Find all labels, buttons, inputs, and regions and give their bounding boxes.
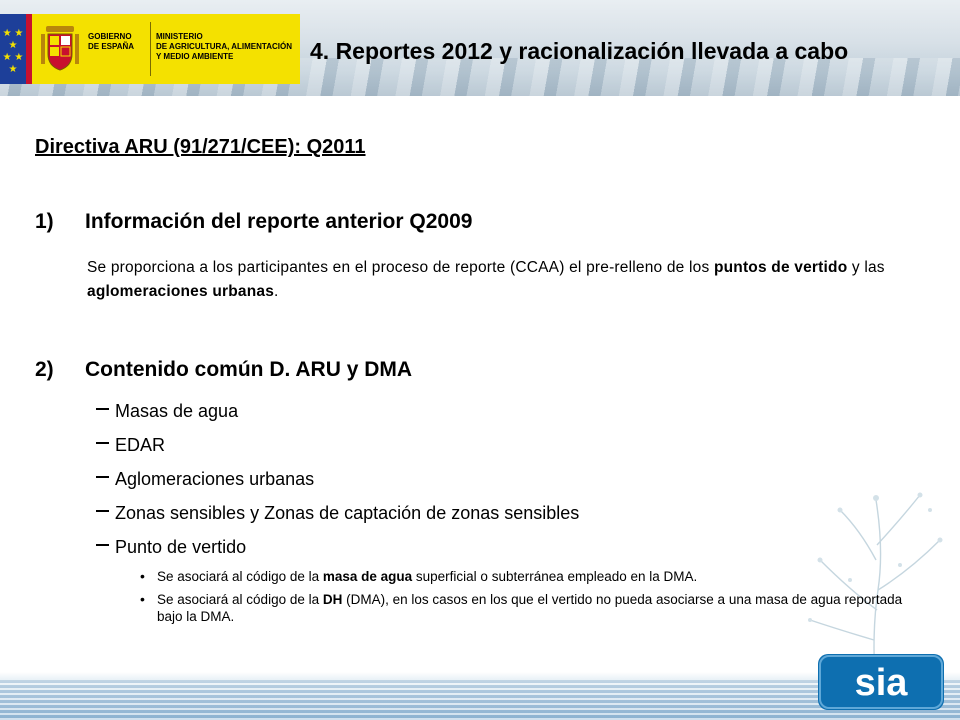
government-logo-block: ★ ★ ★ ★ ★ ★ GOBIERNO DE ESPAÑA MINISTERIO D… xyxy=(0,14,300,84)
list-item: EDAR xyxy=(95,434,579,468)
item1-description: Se proporciona a los participantes en el… xyxy=(87,259,885,300)
list-item: Masas de agua xyxy=(95,400,579,434)
item2-heading-text: Contenido común D. ARU y DMA xyxy=(85,358,413,381)
punto-de-vertido-bullets: Se asociará al código de la masa de agua… xyxy=(140,568,920,631)
item1-heading-text: Información del reporte anterior Q2009 xyxy=(85,210,473,233)
list-item: Aglomeraciones urbanas xyxy=(95,468,579,502)
sia-logo-icon: sia xyxy=(819,655,943,709)
item1-number: 1) xyxy=(35,210,54,233)
svg-text:sia: sia xyxy=(855,662,909,704)
coat-of-arms-icon xyxy=(41,26,79,71)
sia-logo: sia xyxy=(818,654,944,710)
list-item: Zonas sensibles y Zonas de captación de … xyxy=(95,502,579,536)
bold-puntos-de-vertido: puntos de vertido xyxy=(713,259,848,276)
government-name: GOBIERNO DE ESPAÑA xyxy=(88,32,135,51)
item1-heading: 1) Información del reporte anterior Q2009 xyxy=(35,210,472,234)
logo-divider xyxy=(150,22,151,76)
eu-flag-icon: ★ ★ ★ ★ ★ ★ xyxy=(0,14,26,84)
bold-aglomeraciones-urbanas: aglomeraciones urbanas xyxy=(87,283,275,300)
slide-title: 4. Reportes 2012 y racionalización lleva… xyxy=(310,38,849,64)
item2-heading: 2) Contenido común D. ARU y DMA xyxy=(35,358,412,382)
section-title: Directiva ARU (91/271/CEE): Q2011 xyxy=(35,136,366,158)
sub-bullet-item: Se asociará al código de la masa de agua… xyxy=(140,568,920,585)
list-item: Punto de vertido xyxy=(95,536,579,570)
item2-number: 2) xyxy=(35,358,54,381)
common-content-list: Masas de agua EDAR Aglomeraciones urbana… xyxy=(95,400,579,570)
sub-bullet-item: Se asociará al código de la DH (DMA), en… xyxy=(140,591,920,625)
spain-flag-stripe xyxy=(26,14,32,84)
ministry-name: MINISTERIO DE AGRICULTURA, ALIMENTACIÓN … xyxy=(156,32,292,61)
